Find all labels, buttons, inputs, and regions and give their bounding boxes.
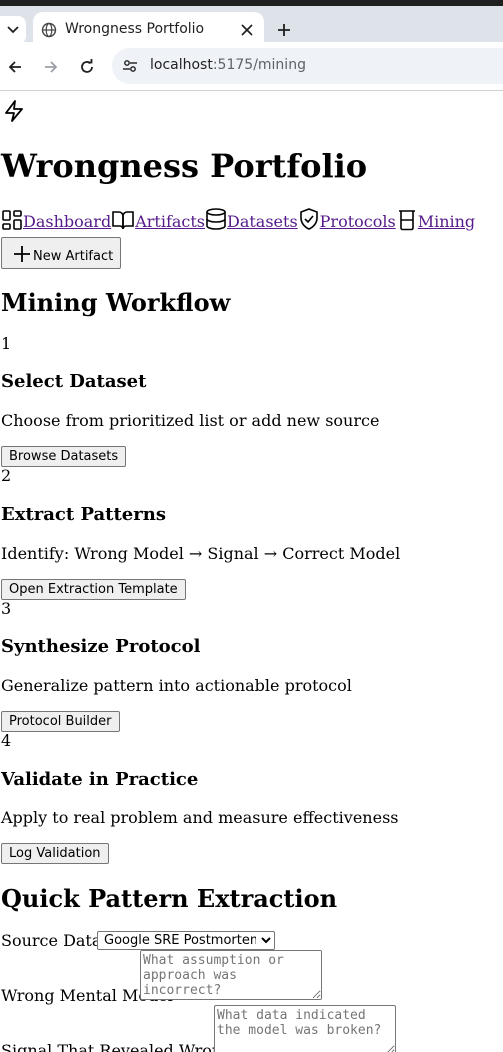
chevron-down-icon <box>7 26 19 34</box>
url-host: localhost <box>150 57 213 73</box>
browse-datasets-button[interactable]: Browse Datasets <box>1 446 127 467</box>
close-icon[interactable] <box>240 23 254 37</box>
url-text: localhost:5175/mining <box>150 57 306 73</box>
nav-item-datasets[interactable]: Datasets <box>205 207 298 231</box>
workflow-title: Mining Workflow <box>1 288 231 317</box>
step-number: 2 <box>1 466 12 485</box>
back-icon[interactable] <box>6 58 24 76</box>
step-title: Select Dataset <box>1 371 147 392</box>
url-path: :5175/mining <box>212 57 306 73</box>
nav-link-datasets[interactable]: Datasets <box>227 212 298 231</box>
step-number: 1 <box>1 334 12 353</box>
browser-toolbar: localhost:5175/mining <box>0 42 503 91</box>
wrong-model-textarea[interactable] <box>140 950 322 1000</box>
plus-icon <box>14 246 30 262</box>
app-title: Wrongness Portfolio <box>1 147 368 185</box>
dashboard-icon <box>2 210 22 230</box>
page-content: Wrongness Portfolio Dashboard Artifacts … <box>0 91 503 1052</box>
step-title: Extract Patterns <box>1 504 166 525</box>
source-dataset-select[interactable]: Google SRE Postmortems <box>97 931 275 950</box>
nav-link-protocols[interactable]: Protocols <box>320 212 396 231</box>
new-artifact-button[interactable]: New Artifact <box>1 237 122 269</box>
nav-link-artifacts[interactable]: Artifacts <box>135 212 205 231</box>
nav-item-mining[interactable]: Mining <box>396 209 475 231</box>
step-number: 3 <box>1 599 12 618</box>
lightning-icon <box>5 100 23 122</box>
tab-strip: Wrongness Portfolio <box>0 6 503 48</box>
nav-link-dashboard[interactable]: Dashboard <box>23 212 111 231</box>
nav-item-artifacts[interactable]: Artifacts <box>111 209 205 231</box>
step-number: 4 <box>1 731 12 750</box>
step-description: Generalize pattern into actionable proto… <box>1 676 352 695</box>
beaker-icon <box>398 210 415 231</box>
tab-search-button[interactable] <box>0 16 26 44</box>
step-title: Synthesize Protocol <box>1 636 201 657</box>
step-description: Apply to real problem and measure effect… <box>1 808 399 827</box>
new-artifact-label: New Artifact <box>33 249 114 264</box>
tab-title: Wrongness Portfolio <box>65 21 205 37</box>
address-bar[interactable]: localhost:5175/mining <box>112 48 503 84</box>
signal-textarea[interactable] <box>214 1005 396 1052</box>
step-description: Identify: Wrong Model → Signal → Correct… <box>1 544 401 563</box>
main-nav: Dashboard Artifacts Datasets Protocols M… <box>1 207 475 231</box>
step-title: Validate in Practice <box>1 769 199 790</box>
open-extraction-template-button[interactable]: Open Extraction Template <box>1 579 186 600</box>
globe-icon <box>41 22 57 38</box>
nav-link-mining[interactable]: Mining <box>418 212 475 231</box>
extraction-title: Quick Pattern Extraction <box>1 884 338 913</box>
shield-check-icon <box>299 208 318 230</box>
nav-item-protocols[interactable]: Protocols <box>298 207 396 231</box>
site-info-icon[interactable] <box>122 58 138 74</box>
log-validation-button[interactable]: Log Validation <box>1 843 109 864</box>
nav-item-dashboard[interactable]: Dashboard <box>1 209 111 231</box>
forward-icon[interactable] <box>42 58 60 76</box>
book-icon <box>112 211 134 230</box>
step-description: Choose from prioritized list or add new … <box>1 411 380 430</box>
protocol-builder-button[interactable]: Protocol Builder <box>1 711 120 732</box>
database-icon <box>206 208 226 230</box>
new-tab-icon[interactable] <box>276 22 292 38</box>
reload-icon[interactable] <box>78 58 96 76</box>
